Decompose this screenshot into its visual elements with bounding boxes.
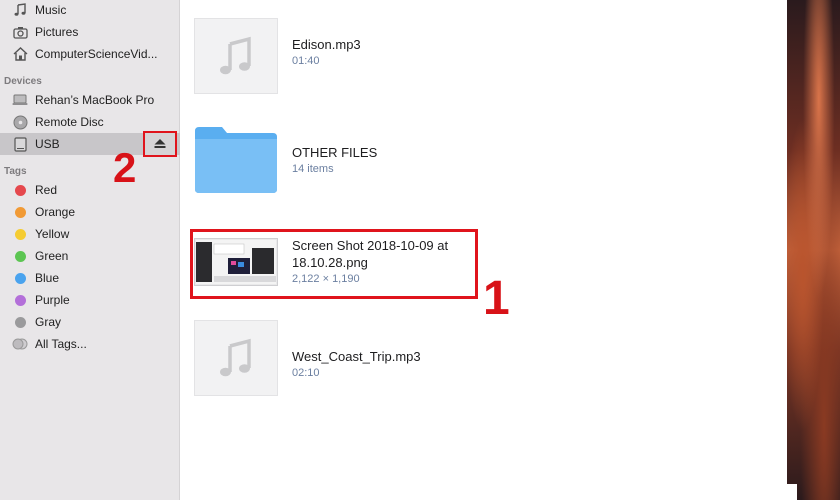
laptop-icon: [12, 92, 28, 108]
file-meta: 02:10: [292, 367, 320, 379]
sidebar-item-label: Rehan’s MacBook Pro: [35, 93, 155, 107]
devices-section-header: Devices: [4, 76, 42, 87]
sidebar-tag-gray[interactable]: Gray: [0, 311, 180, 333]
sidebar-item-label: USB: [35, 137, 60, 151]
finder-sidebar: Music Pictures ComputerScienceVid... Dev…: [0, 0, 180, 500]
red-tag-dot-icon: [14, 184, 26, 196]
purple-tag-dot-icon: [14, 294, 26, 306]
home-icon: [12, 46, 28, 62]
drive-icon: [12, 136, 28, 152]
wallpaper-edge: [787, 484, 797, 500]
callout-number-2: 2: [113, 144, 137, 191]
green-tag-dot-icon: [14, 250, 26, 262]
gray-tag-dot-icon: [14, 316, 26, 328]
music-note-icon: [220, 338, 251, 377]
callout-number-1: 1: [483, 272, 510, 325]
eject-button[interactable]: [143, 131, 177, 157]
file-item-edison[interactable]: Edison.mp3 01:40: [194, 18, 614, 102]
sidebar-item-music[interactable]: Music: [0, 0, 180, 21]
audio-file-thumbnail: [194, 18, 278, 94]
tags-section-header: Tags: [4, 166, 27, 177]
folder-icon: [195, 127, 277, 193]
disc-icon: [12, 114, 28, 130]
audio-file-thumbnail: [194, 320, 278, 396]
sidebar-item-label: Purple: [35, 293, 70, 307]
music-note-icon: [220, 36, 251, 75]
music-note-icon: [12, 2, 28, 18]
eject-icon: [154, 139, 166, 148]
sidebar-item-label: Remote Disc: [35, 115, 104, 129]
all-tags-icon: [12, 336, 28, 352]
desktop-wallpaper: [787, 0, 840, 500]
sidebar-tag-orange[interactable]: Orange: [0, 201, 180, 223]
sidebar-tag-blue[interactable]: Blue: [0, 267, 180, 289]
sidebar-item-home[interactable]: ComputerScienceVid...: [0, 43, 180, 65]
file-name: Edison.mp3: [292, 37, 361, 52]
file-meta: 01:40: [292, 55, 320, 67]
file-meta: 14 items: [292, 163, 334, 175]
file-name: OTHER FILES: [292, 145, 378, 160]
sidebar-item-label: Music: [35, 3, 67, 17]
blue-tag-dot-icon: [14, 272, 26, 284]
sidebar-all-tags[interactable]: All Tags...: [0, 333, 180, 355]
sidebar-tag-green[interactable]: Green: [0, 245, 180, 267]
yellow-tag-dot-icon: [14, 228, 26, 240]
sidebar-tag-yellow[interactable]: Yellow: [0, 223, 180, 245]
sidebar-item-pictures[interactable]: Pictures: [0, 21, 180, 43]
sidebar-item-macbook[interactable]: Rehan’s MacBook Pro: [0, 89, 180, 111]
sidebar-item-label: Yellow: [35, 227, 70, 241]
file-item-other-files[interactable]: OTHER FILES 14 items: [194, 120, 614, 204]
sidebar-item-label: Green: [35, 249, 69, 263]
sidebar-item-label: All Tags...: [35, 337, 87, 351]
sidebar-item-remote-disc[interactable]: Remote Disc: [0, 111, 180, 133]
sidebar-item-label: Gray: [35, 315, 62, 329]
sidebar-tag-red[interactable]: Red: [0, 179, 180, 201]
sidebar-item-label: Red: [35, 183, 58, 197]
sidebar-item-label: Orange: [35, 205, 76, 219]
camera-icon: [12, 24, 28, 40]
sidebar-item-label: Blue: [35, 271, 60, 285]
folder-thumbnail: [194, 120, 278, 196]
sidebar-item-label: ComputerScienceVid...: [35, 47, 158, 61]
file-item-west-coast-trip[interactable]: West_Coast_Trip.mp3 02:10: [194, 320, 614, 404]
orange-tag-dot-icon: [14, 206, 26, 218]
file-highlight-annotation: [190, 229, 478, 299]
sidebar-item-label: Pictures: [35, 25, 79, 39]
file-name: West_Coast_Trip.mp3: [292, 349, 421, 364]
sidebar-tag-purple[interactable]: Purple: [0, 289, 180, 311]
